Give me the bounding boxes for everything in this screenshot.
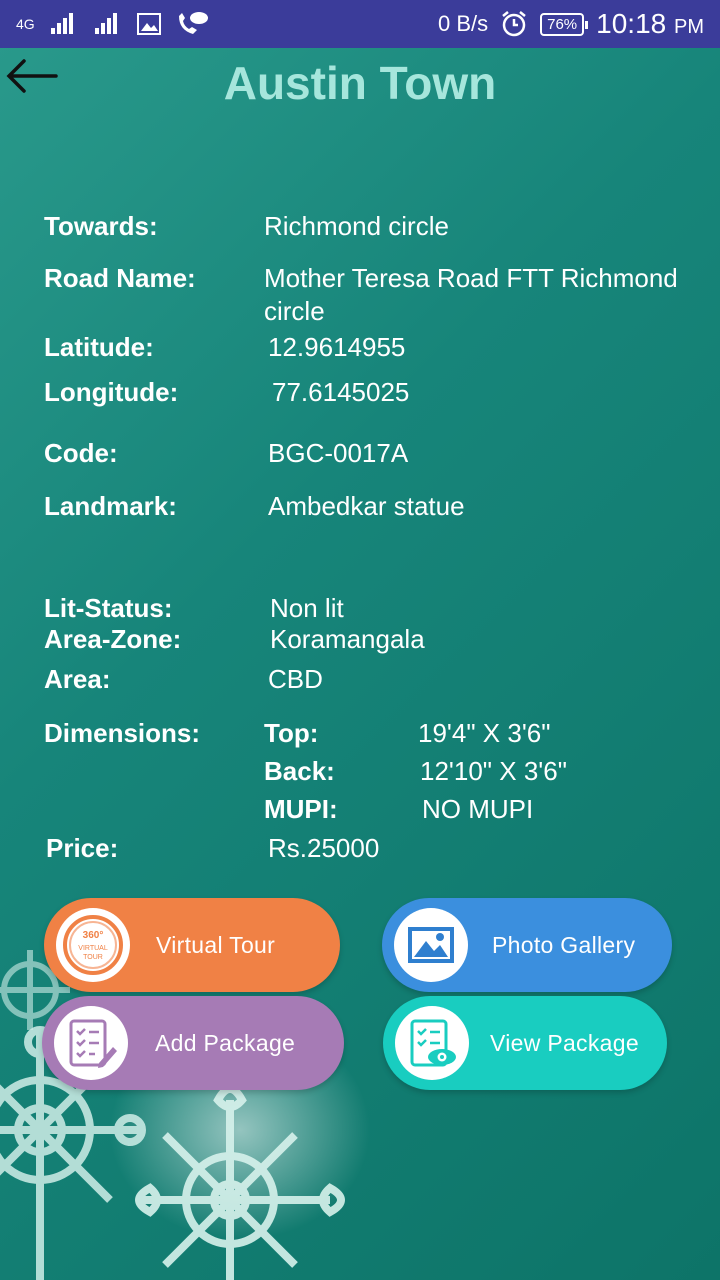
- price-value: Rs.25000: [268, 833, 380, 863]
- status-bar: 4G 0 B/s 76% 10:18 PM: [0, 0, 720, 48]
- code-label: Code:: [44, 438, 118, 468]
- back-label: Back:: [264, 756, 335, 786]
- status-left: 4G: [16, 0, 209, 48]
- view-package-icon: [395, 1006, 469, 1080]
- add-package-icon: [54, 1006, 128, 1080]
- image-notification-icon: [136, 13, 161, 35]
- status-right: 0 B/s 76% 10:18 PM: [438, 0, 704, 48]
- photo-gallery-label: Photo Gallery: [492, 931, 636, 958]
- price-label: Price:: [46, 833, 119, 863]
- alarm-icon: [502, 11, 526, 37]
- battery-indicator: 76%: [540, 12, 589, 36]
- clock-ampm: PM: [674, 16, 704, 38]
- mupi-label: MUPI:: [264, 794, 338, 824]
- svg-text:VIRTUAL: VIRTUAL: [78, 945, 108, 952]
- network-type: 4G: [16, 16, 35, 32]
- landmark-value: Ambedkar statue: [268, 491, 465, 521]
- call-message-icon: [178, 12, 208, 34]
- lit-status-value: Non lit: [270, 593, 344, 623]
- svg-text:TOUR: TOUR: [83, 954, 103, 961]
- longitude-label: Longitude:: [44, 377, 179, 407]
- signal-2-icon: [94, 13, 117, 34]
- view-package-label: View Package: [490, 1029, 639, 1056]
- top-label: Top:: [264, 718, 319, 748]
- area-zone-value: Koramangala: [270, 624, 425, 654]
- virtual-tour-label: Virtual Tour: [156, 931, 276, 958]
- add-package-button[interactable]: Add Package: [42, 996, 344, 1090]
- data-speed: 0 B/s: [437, 11, 489, 36]
- top-value: 19'4" X 3'6": [418, 718, 551, 748]
- svg-text:360°: 360°: [83, 930, 104, 941]
- photo-gallery-button[interactable]: Photo Gallery: [382, 898, 672, 992]
- latitude-value: 12.9614955: [268, 332, 406, 362]
- area-zone-label: Area-Zone:: [44, 624, 182, 654]
- area-value: CBD: [268, 664, 323, 694]
- road-name-value-line2: circle: [264, 296, 325, 326]
- towards-label: Towards:: [44, 211, 158, 241]
- back-value: 12'10" X 3'6": [420, 756, 567, 786]
- virtual-tour-button[interactable]: 360° VIRTUAL TOUR Virtual Tour: [44, 898, 340, 992]
- towards-value: Richmond circle: [264, 211, 449, 241]
- dimensions-label: Dimensions:: [44, 718, 201, 748]
- mupi-value: NO MUPI: [422, 794, 534, 824]
- road-name-value-line1: Mother Teresa Road FTT Richmond: [264, 263, 678, 293]
- road-name-label: Road Name:: [44, 263, 196, 293]
- code-value: BGC-0017A: [268, 438, 409, 468]
- clock-time: 10:18: [596, 8, 667, 39]
- add-package-label: Add Package: [155, 1029, 296, 1056]
- lit-status-label: Lit-Status:: [44, 593, 173, 623]
- signal-1-icon: [50, 13, 73, 34]
- page-title: Austin Town: [223, 57, 497, 109]
- clock: 10:18 PM: [596, 8, 704, 40]
- area-label: Area:: [44, 664, 111, 694]
- longitude-value: 77.6145025: [272, 377, 410, 407]
- landmark-label: Landmark:: [44, 491, 177, 521]
- view-package-button[interactable]: View Package: [383, 996, 667, 1090]
- virtual-tour-icon: 360° VIRTUAL TOUR: [56, 908, 130, 982]
- latitude-label: Latitude:: [44, 332, 154, 362]
- photo-gallery-icon: [394, 908, 468, 982]
